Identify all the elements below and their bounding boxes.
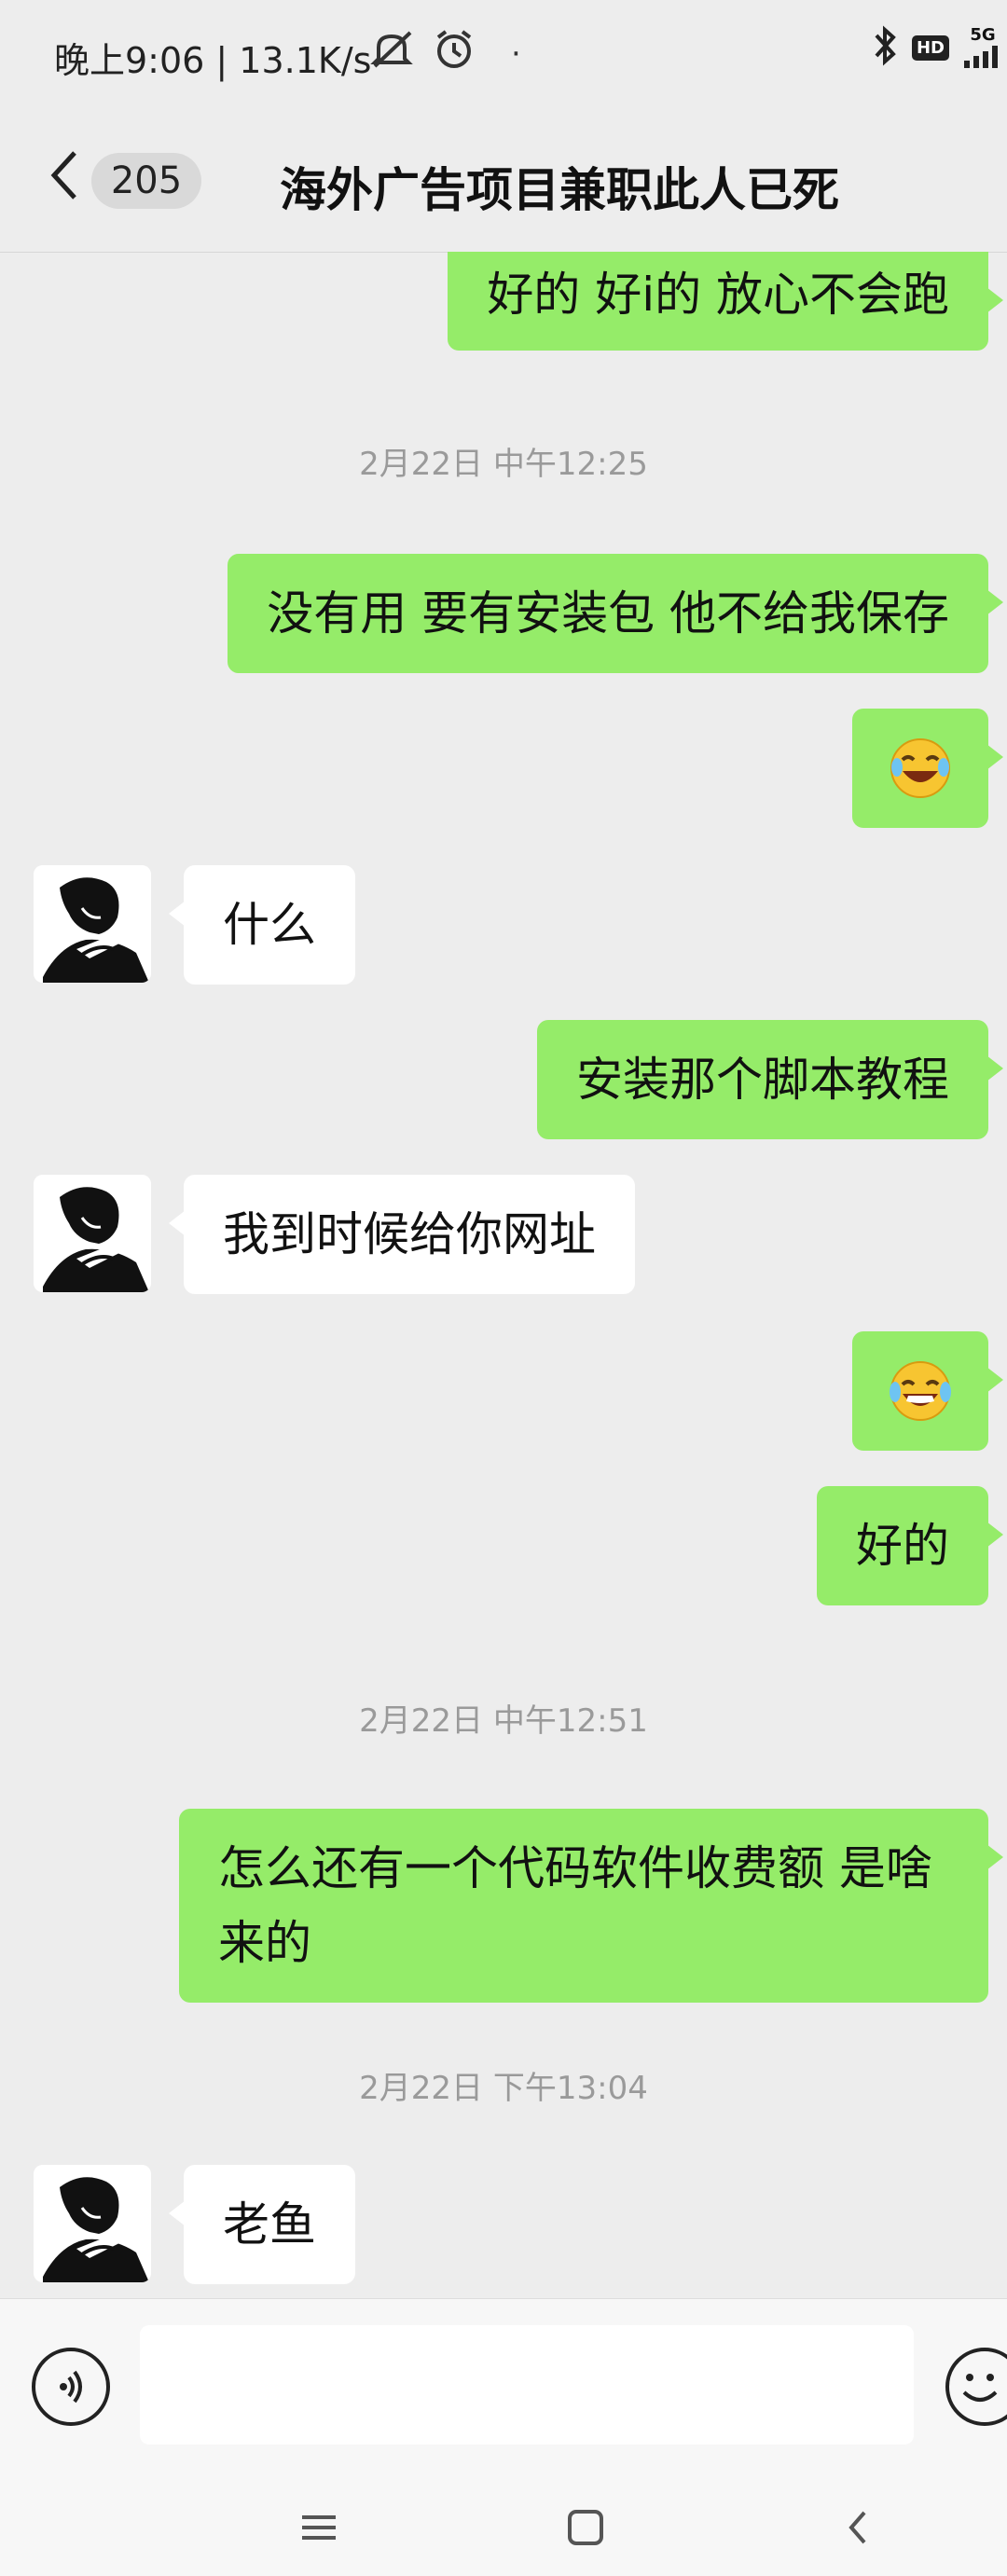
voice-icon xyxy=(60,2370,82,2404)
signal-icon xyxy=(964,46,998,68)
timestamp: 2月22日 中午12:25 xyxy=(359,446,648,483)
network-badge: 5G xyxy=(962,27,1003,68)
avatar-image xyxy=(34,865,151,983)
mute-icon xyxy=(369,29,416,74)
message-bubble-incoming[interactable]: 什么 xyxy=(169,865,355,985)
recent-apps-button[interactable] xyxy=(291,2504,347,2551)
status-icons xyxy=(369,28,476,75)
chat-title: 海外广告项目兼职此人已死 xyxy=(280,163,839,217)
hd-badge: HD xyxy=(911,34,949,61)
emoji-message-outgoing[interactable] xyxy=(852,709,1003,828)
message-bubble-outgoing[interactable]: 怎么还有一个代码软件收费额 是啥来的 xyxy=(179,1809,1003,2003)
contact-avatar[interactable] xyxy=(34,865,151,983)
emoji-button[interactable] xyxy=(945,2348,1007,2426)
laughing-tears-emoji-icon xyxy=(890,738,950,798)
status-bar: 晚上9:06 | 13.1K/s · HD 5G xyxy=(0,0,1007,103)
home-button[interactable] xyxy=(558,2504,614,2551)
alarm-icon xyxy=(433,28,476,75)
message-input[interactable] xyxy=(140,2325,914,2445)
message-bubble-incoming[interactable]: 老鱼 xyxy=(169,2165,355,2284)
timestamp: 2月22日 中午12:51 xyxy=(359,1702,648,1740)
bluetooth-icon xyxy=(871,24,899,71)
joy-emoji-icon xyxy=(890,1361,951,1421)
system-nav-bar xyxy=(0,2471,1007,2576)
message-bubble-outgoing[interactable]: 没有用 要有安装包 他不给我保存 xyxy=(228,554,1003,673)
status-time-speed: 晚上9:06 | 13.1K/s xyxy=(54,40,372,81)
message-bubble-outgoing[interactable]: 安装那个脚本教程 xyxy=(537,1020,1003,1139)
smiley-icon xyxy=(962,2374,998,2402)
avatar-image xyxy=(34,2165,151,2282)
status-right: HD 5G xyxy=(871,24,1003,71)
menu-icon xyxy=(302,2515,336,2540)
contact-avatar[interactable] xyxy=(34,1175,151,1292)
nav-back-button[interactable] xyxy=(830,2504,886,2551)
emoji-message-outgoing[interactable] xyxy=(852,1331,1003,1451)
status-dot: · xyxy=(511,35,521,73)
message-bubble-outgoing[interactable]: 好的 xyxy=(817,1486,1003,1605)
voice-input-button[interactable] xyxy=(32,2348,110,2426)
chevron-left-icon xyxy=(50,151,76,200)
message-bubble-incoming[interactable]: 我到时候给你网址 xyxy=(169,1175,635,1294)
timestamp: 2月22日 下午13:04 xyxy=(359,2070,648,2107)
contact-avatar[interactable] xyxy=(34,2165,151,2282)
message-input-bar xyxy=(0,2298,1007,2472)
nav-back-icon xyxy=(848,2511,866,2544)
unread-count-badge[interactable]: 205 xyxy=(91,153,201,209)
home-square-icon xyxy=(568,2510,603,2545)
message-bubble-outgoing[interactable]: 好的 好i的 放心不会跑 xyxy=(448,252,1003,351)
network-label: 5G xyxy=(970,25,996,45)
back-button[interactable] xyxy=(37,147,93,203)
avatar-image xyxy=(34,1175,151,1292)
chat-header: 205 海外广告项目兼职此人已死 xyxy=(0,103,1007,253)
